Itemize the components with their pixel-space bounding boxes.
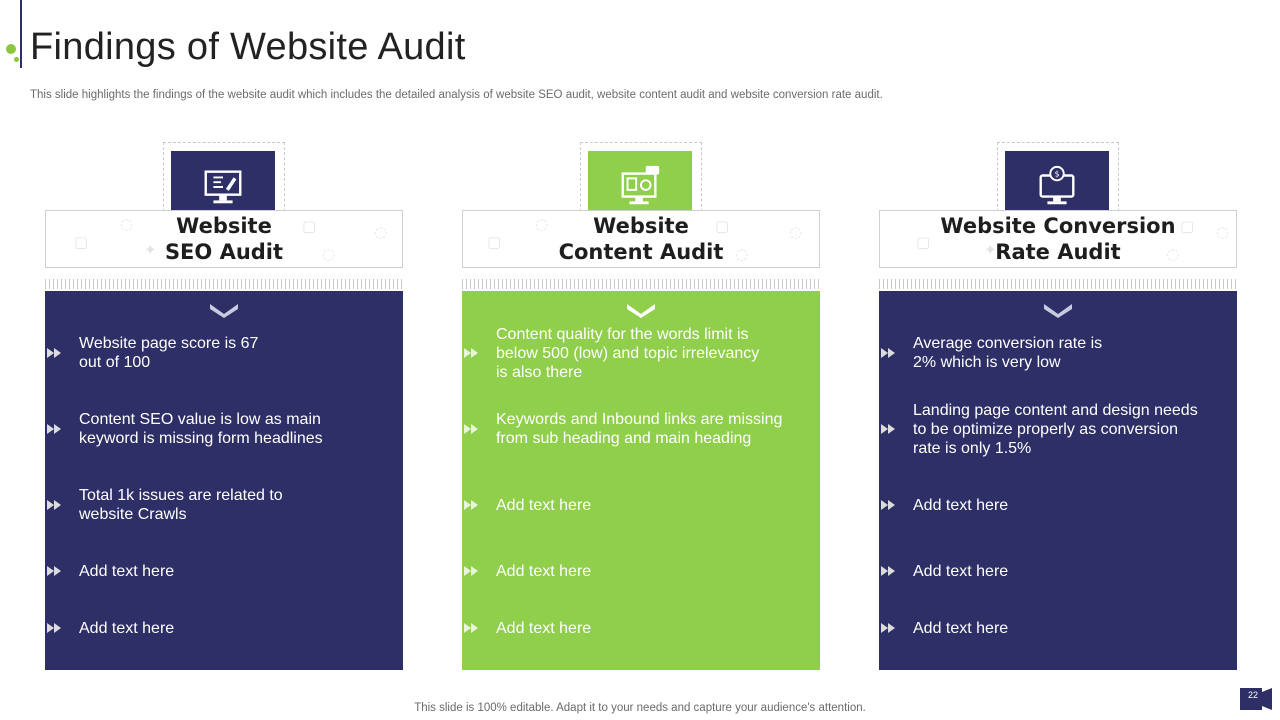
- tick-divider: [879, 279, 1237, 289]
- arrow-bullet-icon: [881, 348, 895, 358]
- arrow-bullet-icon: [881, 424, 895, 434]
- accent-dot-small: [14, 57, 19, 62]
- chevron-down-icon: [210, 304, 238, 318]
- arrow-bullet-icon: [464, 348, 478, 358]
- accent-dot: [6, 44, 16, 54]
- arrow-bullet-icon: [464, 424, 478, 434]
- arrow-bullet-icon: [464, 623, 478, 633]
- audit-column-seo: ▢ ◌ ✦ ▢ ◌ ◌ Website SEO Audit Website pa…: [45, 142, 403, 670]
- page-number: 22: [1247, 690, 1258, 700]
- findings-panel: Average conversion rate is 2% which is v…: [879, 291, 1237, 670]
- arrow-bullet-icon: [47, 566, 61, 576]
- arrow-bullet-icon: [47, 348, 61, 358]
- arrow-bullet-icon: [881, 623, 895, 633]
- arrow-bullet-icon: [47, 500, 61, 510]
- arrow-bullet-icon: [464, 500, 478, 510]
- column-title: Website Conversion Rate Audit: [940, 214, 1176, 264]
- findings-panel: Content quality for the words limit is b…: [462, 291, 820, 670]
- column-title: Website SEO Audit: [164, 214, 284, 264]
- arrow-bullet-icon: [464, 566, 478, 576]
- arrow-bullet-icon: [881, 500, 895, 510]
- arrow-bullet-icon: [47, 623, 61, 633]
- tick-divider: [462, 279, 820, 289]
- column-title: Website Content Audit: [558, 214, 724, 264]
- title-accent-bar: [20, 0, 22, 68]
- audit-column-conversion: $ ▢ ◌ ✦ ▢ ◌ ◌ Website Conversion Rate Au…: [879, 142, 1237, 670]
- svg-text:$: $: [1055, 169, 1060, 178]
- arrow-bullet-icon: [47, 424, 61, 434]
- findings-panel: Website page score is 67 out of 100 Cont…: [45, 291, 403, 670]
- column-header: ▢ ◌ ✦ ▢ ◌ ◌ Website Conversion Rate Audi…: [879, 210, 1237, 268]
- tick-divider: [45, 279, 403, 289]
- arrow-bullet-icon: [881, 566, 895, 576]
- footer-note: This slide is 100% editable. Adapt it to…: [414, 702, 866, 714]
- column-header: ▢ ◌ ✦ ▢ ◌ ◌ Website SEO Audit: [45, 210, 403, 268]
- column-header: ▢ ◌ ✦ ▢ ◌ ◌ Website Content Audit: [462, 210, 820, 268]
- audit-column-content: ▢ ◌ ✦ ▢ ◌ ◌ Website Content Audit Conten…: [462, 142, 820, 670]
- page-title: Findings of Website Audit: [30, 26, 466, 68]
- chevron-down-icon: [627, 304, 655, 318]
- page-subtitle: This slide highlights the findings of th…: [30, 89, 883, 101]
- chevron-down-icon: [1044, 304, 1072, 318]
